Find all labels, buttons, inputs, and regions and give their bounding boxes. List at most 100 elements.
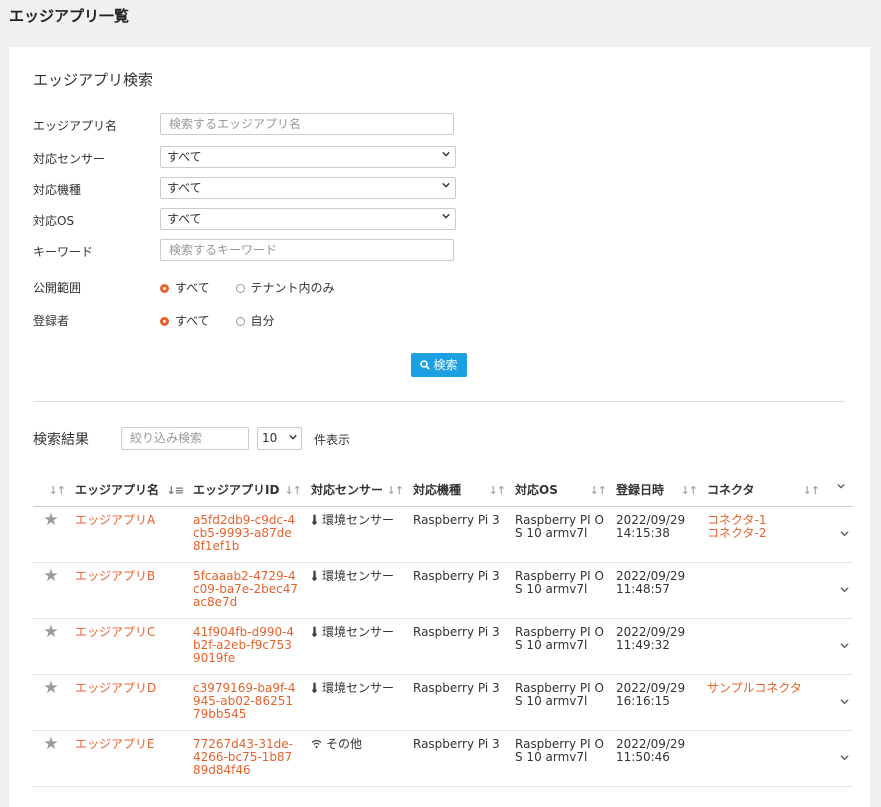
column-header-id[interactable]: エッジアプリID ↓↑ xyxy=(187,472,305,507)
column-header-date[interactable]: 登録日時 ↓↑ xyxy=(610,472,701,507)
table-row[interactable]: ★ エッジアプリA a5fd2db9-c9dc-4cb5-9993-a87de8f1… xyxy=(33,506,853,563)
device-cell: Raspberry Pi 3 xyxy=(407,506,509,563)
time-text: 11:49:32 xyxy=(616,638,670,652)
star-icon[interactable]: ★ xyxy=(43,510,58,530)
sensor-text: 環境センサー xyxy=(322,625,395,639)
divider xyxy=(33,401,845,402)
column-header-expand[interactable] xyxy=(823,472,853,507)
radio-unchecked-icon xyxy=(235,284,245,293)
name-cell: エッジアプリB xyxy=(69,562,187,619)
expand-cell xyxy=(823,618,853,675)
scope-radio-group: すべて テナント内のみ xyxy=(160,279,357,296)
results-title: 検索結果 xyxy=(33,432,89,448)
table-row[interactable]: ★ エッジアプリB 5fcaaab2-4729-4c09-ba7e-2bec47ac… xyxy=(33,562,853,619)
favorite-cell: ★ xyxy=(33,618,69,675)
connector-cell xyxy=(701,562,823,619)
chevron-down-icon xyxy=(442,182,450,188)
column-header-favorite[interactable]: ↓↑ xyxy=(33,472,69,507)
sort-icon: ↓↑ xyxy=(488,484,506,497)
column-header-label: 対応OS xyxy=(515,482,558,497)
app-name-link[interactable]: エッジアプリA xyxy=(75,513,155,527)
time-text: 11:50:46 xyxy=(616,750,670,764)
date-cell: 2022/09/29 11:48:57 xyxy=(610,562,701,619)
chevron-down-icon[interactable] xyxy=(840,529,849,538)
chevron-down-icon[interactable] xyxy=(840,753,849,762)
app-name-link[interactable]: エッジアプリE xyxy=(75,737,155,751)
filter-input[interactable]: 絞り込み検索 xyxy=(121,427,249,450)
star-icon[interactable]: ★ xyxy=(43,566,58,586)
favorite-cell: ★ xyxy=(33,506,69,563)
device-cell: Raspberry Pi 3 xyxy=(407,618,509,675)
column-header-connector[interactable]: コネクタ ↓↑ xyxy=(701,472,823,507)
column-header-sensor[interactable]: 対応センサー ↓↑ xyxy=(305,472,407,507)
device-select[interactable]: すべて xyxy=(160,177,456,199)
thermometer-icon xyxy=(312,682,317,693)
app-id-link[interactable]: 5fcaaab2-4729-4c09-ba7e-2bec47ac8e7d xyxy=(193,569,298,609)
table-row[interactable]: ★ エッジアプリD c3979169-ba9f-4945-ab02-8625179b… xyxy=(33,674,853,731)
os-cell: Raspberry PI OS 10 armv7l xyxy=(509,562,610,619)
star-icon[interactable]: ★ xyxy=(43,734,58,754)
os-cell: Raspberry PI OS 10 armv7l xyxy=(509,730,610,787)
column-header-device[interactable]: 対応機種 ↓↑ xyxy=(407,472,509,507)
keyword-label: キーワード xyxy=(33,245,94,259)
registrant-option-all[interactable]: すべて xyxy=(160,312,210,329)
app-id-link[interactable]: 41f904fb-d990-4b2f-a2eb-f9c7539019fe xyxy=(193,625,294,665)
column-header-os[interactable]: 対応OS ↓↑ xyxy=(509,472,610,507)
app-id-link[interactable]: 77267d43-31de-4266-bc75-1b8789d84f46 xyxy=(193,737,293,777)
chevron-down-icon[interactable] xyxy=(840,697,849,706)
scope-label: 公開範囲 xyxy=(33,281,82,295)
column-header-name[interactable]: エッジアプリ名 ↓≡ xyxy=(69,472,187,507)
app-name-link[interactable]: エッジアプリB xyxy=(75,569,155,583)
chevron-down-icon[interactable] xyxy=(840,641,849,650)
star-icon[interactable]: ★ xyxy=(43,678,58,698)
chevron-down-icon[interactable] xyxy=(840,585,849,594)
os-select[interactable]: すべて xyxy=(160,208,456,230)
search-button-label: 検索 xyxy=(433,358,458,372)
table-row[interactable]: ★ エッジアプリE 77267d43-31de-4266-bc75-1b8789d8… xyxy=(33,730,853,787)
connector-link[interactable]: コネクタ-2 xyxy=(707,527,817,540)
column-header-label: エッジアプリ名 xyxy=(75,482,160,497)
os-text: Raspberry PI OS 10 armv7l xyxy=(515,569,604,596)
column-header-label: 対応センサー xyxy=(311,482,384,497)
radio-checked-icon xyxy=(160,317,169,326)
sort-icon: ↓↑ xyxy=(284,484,302,497)
device-text: Raspberry Pi 3 xyxy=(413,681,500,695)
search-button[interactable]: 検索 xyxy=(411,353,467,377)
per-page-select[interactable]: 10 xyxy=(257,427,302,450)
favorite-cell: ★ xyxy=(33,674,69,731)
os-text: Raspberry PI OS 10 armv7l xyxy=(515,681,604,708)
os-text: Raspberry PI OS 10 armv7l xyxy=(515,625,604,652)
app-name-input[interactable]: 検索するエッジアプリ名 xyxy=(160,113,454,135)
device-text: Raspberry Pi 3 xyxy=(413,569,500,583)
app-id-link[interactable]: a5fd2db9-c9dc-4cb5-9993-a87de8f1ef1b xyxy=(193,513,295,553)
sensor-cell: その他 xyxy=(305,730,407,787)
os-label: 対応OS xyxy=(33,214,75,228)
connector-link[interactable]: サンプルコネクタ xyxy=(707,682,817,695)
id-cell: 41f904fb-d990-4b2f-a2eb-f9c7539019fe xyxy=(187,618,305,675)
chevron-down-icon xyxy=(289,434,297,440)
device-cell: Raspberry Pi 3 xyxy=(407,730,509,787)
scope-option-tenant[interactable]: テナント内のみ xyxy=(235,279,335,296)
registrant-option-self[interactable]: 自分 xyxy=(235,312,275,329)
registrant-option-label: すべて xyxy=(175,314,210,328)
star-icon[interactable]: ★ xyxy=(43,622,58,642)
scope-option-all[interactable]: すべて xyxy=(160,279,210,296)
date-cell: 2022/09/29 14:15:38 xyxy=(610,506,701,563)
app-name-link[interactable]: エッジアプリC xyxy=(75,625,155,639)
table-row[interactable]: ★ エッジアプリC 41f904fb-d990-4b2f-a2eb-f9c75390… xyxy=(33,618,853,675)
results-table: ↓↑ エッジアプリ名 ↓≡ エッジアプリID ↓↑ 対応センサー ↓↑ 対応機種 ↓↑ … xyxy=(33,472,853,787)
name-cell: エッジアプリC xyxy=(69,618,187,675)
device-text: Raspberry Pi 3 xyxy=(413,737,500,751)
keyword-input[interactable]: 検索するキーワード xyxy=(160,239,454,261)
name-cell: エッジアプリE xyxy=(69,730,187,787)
app-id-link[interactable]: c3979169-ba9f-4945-ab02-8625179bb545 xyxy=(193,681,296,721)
sensor-select[interactable]: すべて xyxy=(160,146,456,168)
sort-icon: ↓↑ xyxy=(802,484,820,497)
connector-cell xyxy=(701,730,823,787)
os-text: Raspberry PI OS 10 armv7l xyxy=(515,513,604,540)
app-name-link[interactable]: エッジアプリD xyxy=(75,681,156,695)
scope-option-label: テナント内のみ xyxy=(250,281,335,295)
id-cell: 77267d43-31de-4266-bc75-1b8789d84f46 xyxy=(187,730,305,787)
page-title: エッジアプリ一覧 xyxy=(9,7,130,25)
os-cell: Raspberry PI OS 10 armv7l xyxy=(509,618,610,675)
